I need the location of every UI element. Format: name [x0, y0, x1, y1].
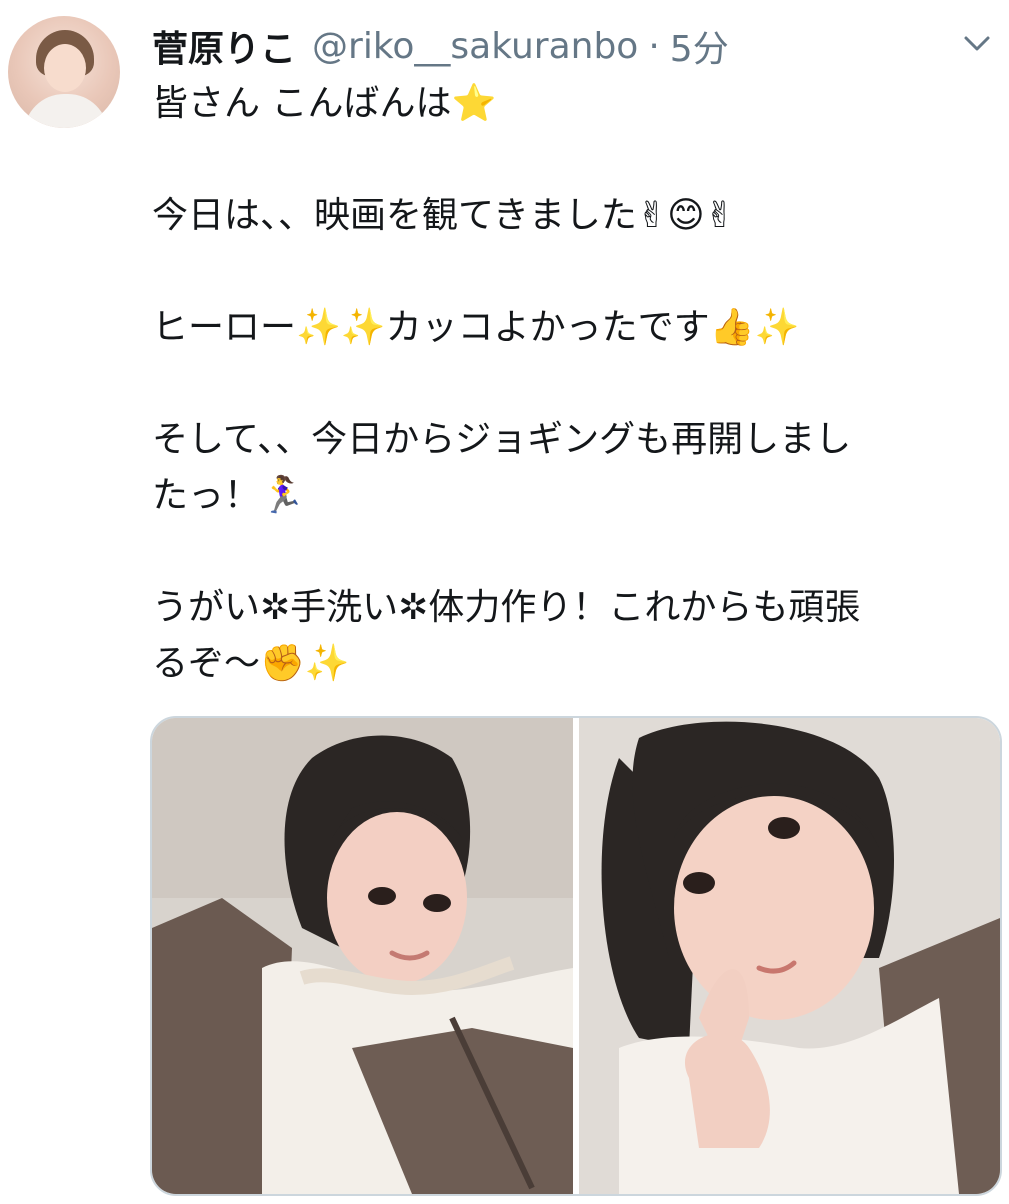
tweet-line-gap [152, 524, 992, 580]
tweet: 菅原りこ @riko__sakuranbo · 5分 皆さん こんばんは⭐ 今日… [0, 0, 1009, 1204]
avatar[interactable] [8, 16, 120, 128]
avatar-body [24, 94, 108, 128]
tweet-line: ヒーロー✨✨カッコよかったです👍✨ [152, 307, 800, 348]
tweet-line-gap [152, 244, 992, 300]
tweet-line: うがい✲手洗い✲体力作り！これからも頑張 [152, 587, 861, 628]
photo-2[interactable] [579, 718, 1000, 1194]
tweet-line: そして、、今日からジョギングも再開しまし [152, 419, 852, 460]
separator-dot: · [648, 25, 660, 67]
tweet-line-gap [152, 132, 992, 188]
avatar-face [44, 44, 86, 92]
photo-1[interactable] [152, 718, 573, 1194]
chevron-down-icon[interactable] [958, 30, 996, 58]
media-grid [150, 716, 1002, 1196]
tweet-text: 皆さん こんばんは⭐ 今日は、、映画を観てきました✌😊✌ ヒーロー✨✨カッコよか… [152, 76, 992, 692]
timestamp[interactable]: 5分 [670, 20, 729, 72]
tweet-line: 皆さん こんばんは⭐ [152, 83, 497, 124]
tweet-line: るぞ〜✊✨ [152, 643, 350, 684]
tweet-line: 今日は、、映画を観てきました✌😊✌ [152, 195, 735, 236]
display-name[interactable]: 菅原りこ [152, 20, 296, 72]
tweet-line: たっ！🏃‍♀️ [152, 475, 305, 516]
user-handle[interactable]: @riko__sakuranbo [312, 26, 638, 67]
tweet-line-gap [152, 356, 992, 412]
tweet-header: 菅原りこ @riko__sakuranbo · 5分 [152, 18, 729, 74]
